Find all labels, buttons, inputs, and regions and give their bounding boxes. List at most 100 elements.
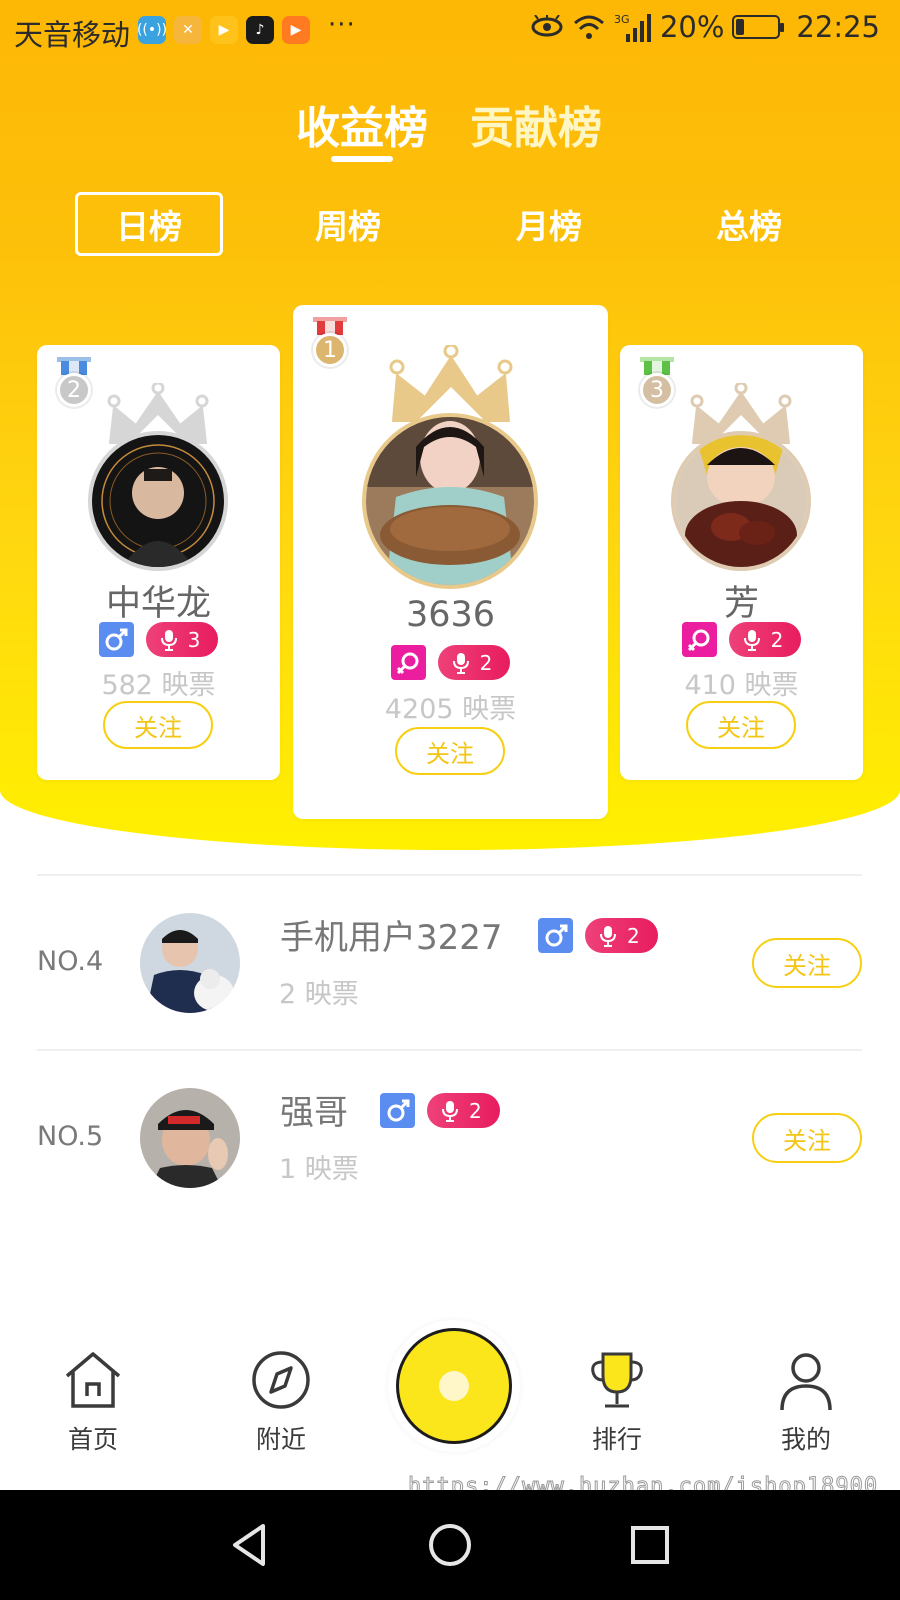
rank-label: NO.5 (37, 1121, 104, 1152)
avatar[interactable] (140, 913, 240, 1013)
user-badges: 2 (620, 622, 863, 657)
tab-daily[interactable]: 日榜 (75, 192, 223, 256)
back-icon[interactable] (225, 1520, 275, 1570)
home-circle-icon[interactable] (425, 1520, 475, 1570)
nav-label: 排行 (591, 1425, 642, 1454)
tab-monthly[interactable]: 月榜 (475, 192, 623, 256)
avatar[interactable] (362, 413, 538, 589)
avatar[interactable] (88, 431, 228, 571)
user-badges: 3 (37, 622, 280, 657)
notification-icons: ((•)) ✕ ▶ ♪ ▶ (137, 16, 310, 44)
system-navigation-bar (0, 1490, 900, 1600)
microphone-icon (442, 1100, 458, 1122)
nav-ranking[interactable]: 排行 (562, 1348, 672, 1456)
anchor-name: 3636 (405, 595, 496, 635)
signal-icon: 3G (614, 13, 651, 42)
gold-medal-icon: 1 (311, 317, 349, 373)
active-tab-indicator (331, 156, 393, 162)
level-badge: 3 (145, 622, 219, 657)
divider (37, 1049, 862, 1051)
level-number: 2 (479, 650, 493, 675)
status-bar: 天音移动 ((•)) ✕ ▶ ♪ ▶ ··· 3G 20% 22:25 (0, 0, 900, 62)
user-name: 强哥 (280, 1093, 348, 1133)
compass-icon (252, 1351, 310, 1409)
divider (37, 874, 862, 876)
vote-count: 2 映票 (279, 979, 359, 1010)
anchor-name: 芳 (723, 584, 759, 624)
male-icon (380, 1093, 415, 1128)
level-number: 3 (187, 627, 201, 652)
tiktok-icon: ♪ (246, 16, 274, 44)
user-badges: 2 (293, 645, 608, 680)
male-icon (98, 622, 134, 657)
play-app-icon: ▶ (282, 16, 310, 44)
video-app-icon: ▶ (210, 16, 238, 44)
user-badges: 2 (538, 918, 658, 953)
follow-button[interactable]: 关注 (103, 701, 213, 749)
level-badge: 2 (427, 1093, 500, 1128)
level-badge: 2 (728, 622, 802, 657)
level-number: 2 (469, 1098, 482, 1123)
vote-count: 582 映票 (101, 670, 216, 701)
avatar[interactable] (140, 1088, 240, 1188)
rank-number: 3 (640, 373, 674, 407)
follow-button[interactable]: 关注 (686, 701, 796, 749)
tab-weekly[interactable]: 周榜 (274, 192, 422, 256)
status-right: 3G 20% 22:25 (530, 10, 880, 44)
level-number: 2 (627, 923, 640, 948)
nav-nearby[interactable]: 附近 (226, 1348, 336, 1456)
nav-profile[interactable]: 我的 (751, 1348, 861, 1456)
battery-icon (732, 15, 785, 39)
nav-label: 首页 (67, 1425, 118, 1454)
vote-count: 4205 映票 (384, 694, 517, 725)
rank-number: 2 (57, 373, 91, 407)
rank-label: NO.4 (37, 946, 104, 977)
follow-button[interactable]: 关注 (752, 1113, 862, 1163)
battery-percent: 20% (659, 10, 725, 44)
carrier-name: 天音移动 (14, 18, 131, 52)
female-icon (390, 645, 426, 680)
wifi-icon (573, 15, 604, 39)
nav-label: 我的 (780, 1425, 831, 1454)
profile-icon (780, 1353, 832, 1411)
tab-all-time[interactable]: 总榜 (675, 192, 823, 256)
tab-earnings-rank[interactable]: 收益榜 (296, 92, 428, 156)
vote-count: 1 映票 (279, 1154, 359, 1185)
anchor-name: 中华龙 (105, 584, 211, 624)
live-record-icon (396, 1328, 512, 1444)
home-icon (65, 1352, 121, 1408)
microphone-icon (160, 629, 177, 651)
female-icon (681, 622, 717, 657)
avatar[interactable] (671, 431, 811, 571)
trophy-icon (591, 1352, 643, 1408)
bronze-medal-icon: 3 (638, 357, 676, 413)
tab-contribution-rank[interactable]: 贡献榜 (470, 92, 602, 156)
podium-card-third: 3 芳 2 410 映票 关注 (620, 345, 863, 780)
microphone-icon (743, 629, 760, 651)
podium-card-second: 2 中华龙 3 582 映票 关注 (37, 345, 280, 780)
nav-home[interactable]: 首页 (38, 1348, 148, 1456)
microphone-icon (452, 652, 469, 674)
user-name: 手机用户3227 (280, 918, 503, 958)
level-number: 2 (770, 627, 784, 652)
vote-count: 410 映票 (684, 670, 799, 701)
level-badge: 2 (585, 918, 658, 953)
clock: 22:25 (796, 10, 880, 44)
nav-label: 附近 (255, 1425, 306, 1454)
app-notification-icon: ✕ (174, 16, 202, 44)
follow-button[interactable]: 关注 (395, 727, 505, 775)
hotspot-icon: ((•)) (137, 16, 167, 44)
user-badges: 2 (380, 1093, 500, 1128)
microphone-icon (600, 925, 616, 947)
more-notifications-icon: ··· (328, 10, 356, 40)
male-icon (538, 918, 573, 953)
go-live-button[interactable] (388, 1320, 520, 1452)
eye-comfort-icon (531, 15, 563, 37)
recent-apps-icon[interactable] (625, 1520, 675, 1570)
follow-button[interactable]: 关注 (752, 938, 862, 988)
rank-number: 1 (313, 333, 347, 367)
silver-medal-icon: 2 (55, 357, 93, 413)
podium-card-first: 1 3636 2 4205 映票 关注 (293, 305, 608, 819)
bottom-navigation: 首页 附近 排行 我的 (0, 1320, 900, 1490)
network-type: 3G (614, 13, 630, 26)
